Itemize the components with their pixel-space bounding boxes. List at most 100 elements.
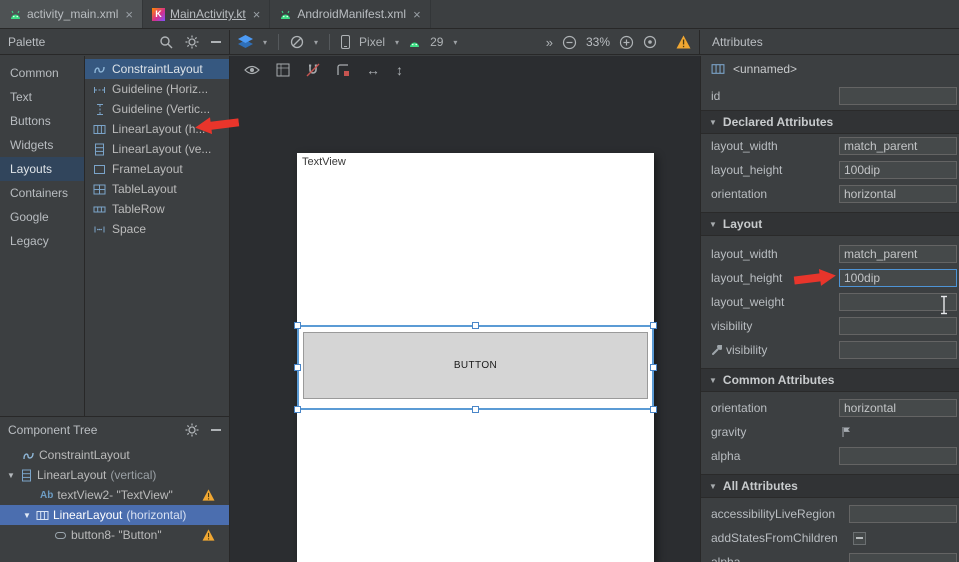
selection-handle[interactable] [294,322,301,329]
chevron-down-icon: ▼ [709,376,717,385]
design-canvas[interactable]: ↔ ↕ TextView BUTTON [230,56,700,562]
section-layout[interactable]: ▼ Layout [701,212,959,236]
all-alpha-field[interactable] [849,553,957,562]
palette-item-linearlayout-vertical[interactable]: LinearLayout (ve... [85,139,229,159]
palette-item-constraintlayout[interactable]: ConstraintLayout [85,59,229,79]
tree-item-label: LinearLayout [53,508,122,522]
search-icon[interactable] [159,35,173,49]
palette-item-guideline-vertical[interactable]: Guideline (Vertic... [85,99,229,119]
palette-category-text[interactable]: Text [0,85,84,109]
palette-category-legacy[interactable]: Legacy [0,229,84,253]
section-all-attributes[interactable]: ▼ All Attributes [701,474,959,498]
expander-icon[interactable]: ▼ [6,471,16,480]
palette-panel: Common Text Buttons Widgets Layouts Cont… [0,56,229,417]
common-orientation-field[interactable]: horizontal [839,399,957,417]
palette-item-guideline-horizontal[interactable]: Guideline (Horiz... [85,79,229,99]
selected-linearlayout-bounds[interactable]: BUTTON [297,325,654,410]
tab-activity-main-xml[interactable]: activity_main.xml × [0,0,143,28]
orientation-theme-icon[interactable] [290,35,304,49]
api-level-selector[interactable]: 29 [430,35,443,49]
warnings-icon[interactable] [676,35,691,49]
tab-androidmanifest-xml[interactable]: AndroidManifest.xml × [270,0,430,28]
declared-orientation-field[interactable]: horizontal [839,185,957,203]
tree-item-textview2[interactable]: Ab textView2- "TextView" [0,485,229,505]
id-field[interactable] [839,87,957,105]
zoom-to-fit-icon[interactable] [643,35,657,49]
palette-item-linearlayout-horizontal[interactable]: LinearLayout (h... [85,119,229,139]
device-selector[interactable]: Pixel [359,35,385,49]
palette-category-buttons[interactable]: Buttons [0,109,84,133]
tools-visibility-field[interactable] [839,341,957,359]
toolbar-overflow-icon[interactable]: » [546,35,553,50]
selection-handle[interactable] [294,406,301,413]
selected-component-row: <unnamed> [701,56,959,82]
hide-panel-icon[interactable] [211,429,221,431]
design-surface-layers-icon[interactable] [238,35,253,49]
show-constraints-icon[interactable] [276,63,290,77]
view-options-icon[interactable] [244,64,260,76]
visibility-field[interactable] [839,317,957,335]
palette-item-label: LinearLayout (h... [112,122,205,136]
close-icon[interactable]: × [125,8,133,21]
tree-item-button8[interactable]: button8- "Button" [0,525,229,545]
hide-panel-icon[interactable] [211,41,221,43]
palette-category-google[interactable]: Google [0,205,84,229]
selection-handle[interactable] [650,322,657,329]
palette-category-containers[interactable]: Containers [0,181,84,205]
wrench-icon [711,345,722,356]
selection-handle[interactable] [472,406,479,413]
close-icon[interactable]: × [253,8,261,21]
tab-mainactivity-kt[interactable]: K MainActivity.kt × [143,0,270,28]
declared-layout-height-field[interactable]: 100dip [839,161,957,179]
selection-handle[interactable] [650,406,657,413]
canvas-button[interactable]: BUTTON [303,332,648,399]
zoom-out-icon[interactable] [562,35,577,50]
palette-category-common[interactable]: Common [0,61,84,85]
selection-handle[interactable] [294,364,301,371]
all-attributes-body: accessibilityLiveRegion addStatesFromChi… [701,498,959,562]
warning-icon[interactable] [202,529,215,541]
gear-icon[interactable] [185,423,199,437]
palette-item-tablelayout[interactable]: TableLayout [85,179,229,199]
palette-item-framelayout[interactable]: FrameLayout [85,159,229,179]
tree-item-linearlayout-horizontal[interactable]: ▼ LinearLayout (horizontal) [0,505,229,525]
section-declared-attributes[interactable]: ▼ Declared Attributes [701,110,959,134]
expand-vertical-icon[interactable]: ↕ [396,62,403,78]
warning-icon[interactable] [202,489,215,501]
tree-item-constraintlayout[interactable]: ConstraintLayout [0,445,229,465]
palette-category-layouts[interactable]: Layouts [0,157,84,181]
component-tree: ConstraintLayout ▼ LinearLayout (vertica… [0,442,229,562]
selection-handle[interactable] [650,364,657,371]
common-alpha-field[interactable] [839,447,957,465]
layout-weight-field[interactable] [839,293,957,311]
id-row: id [701,82,959,110]
gear-icon[interactable] [185,35,199,49]
guideline-vertical-icon [93,103,106,116]
palette-category-widgets[interactable]: Widgets [0,133,84,157]
accessibilityliveregion-field[interactable] [849,505,957,523]
layout-height-field[interactable]: 100dip [839,269,957,287]
default-margins-icon[interactable] [336,63,350,77]
zoom-level: 33% [586,35,610,49]
section-common-attributes[interactable]: ▼ Common Attributes [701,368,959,392]
zoom-in-icon[interactable] [619,35,634,50]
selection-handle[interactable] [472,322,479,329]
autoconnect-off-icon[interactable] [306,63,320,77]
space-icon [93,223,106,236]
checkbox-indeterminate[interactable] [853,532,866,545]
attr-label-visibility: visibility [711,319,839,333]
palette-item-tablerow[interactable]: TableRow [85,199,229,219]
expand-horizontal-icon[interactable]: ↔ [366,62,380,78]
flag-icon[interactable] [841,426,851,438]
tree-item-linearlayout-vertical[interactable]: ▼ LinearLayout (vertical) [0,465,229,485]
palette-item-space[interactable]: Space [85,219,229,239]
expander-icon[interactable]: ▼ [22,511,32,520]
tablerow-icon [93,203,106,216]
declared-layout-width-field[interactable]: match_parent [839,137,957,155]
section-title: All Attributes [723,479,798,493]
canvas-textview[interactable]: TextView [302,156,346,168]
layout-width-field[interactable]: match_parent [839,245,957,263]
close-icon[interactable]: × [413,8,421,21]
divider [329,34,330,50]
android-studio-window: activity_main.xml × K MainActivity.kt × … [0,0,959,562]
